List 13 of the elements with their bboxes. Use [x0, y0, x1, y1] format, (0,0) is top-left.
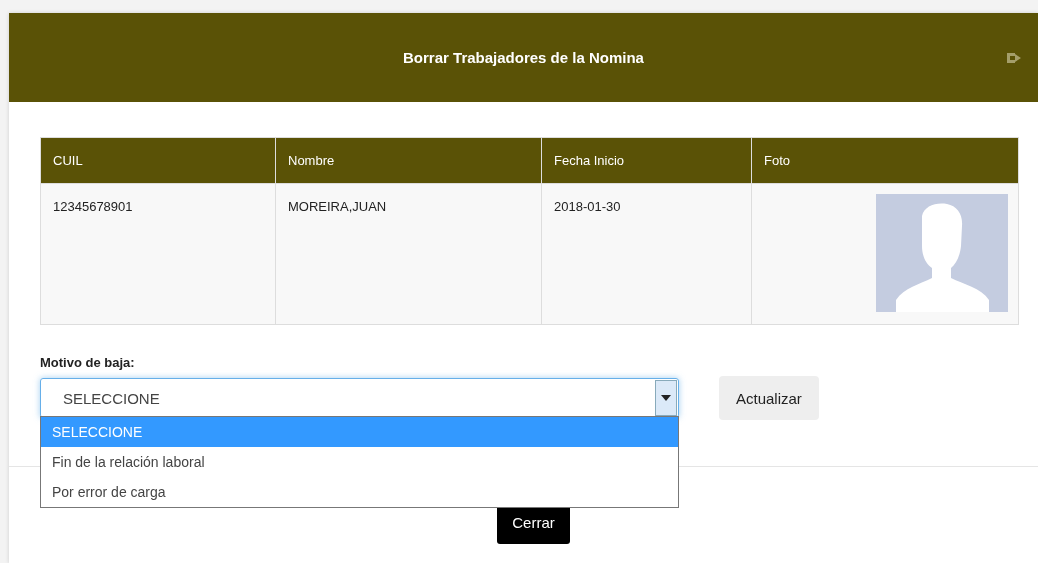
update-button[interactable]: Actualizar [719, 376, 819, 420]
table-cell: 2018-01-30 [541, 183, 752, 325]
table-cell: 12345678901 [40, 183, 276, 325]
avatar-icon [876, 194, 1008, 312]
exit-icon[interactable] [1006, 50, 1022, 66]
table-cell: MOREIRA,JUAN [275, 183, 542, 325]
column-header: Fecha Inicio [541, 137, 752, 184]
dialog-title: Borrar Trabajadores de la Nomina [403, 49, 644, 66]
column-header: CUIL [40, 137, 276, 184]
column-header: Nombre [275, 137, 542, 184]
column-header: Foto [751, 137, 1019, 184]
caret-icon [655, 380, 677, 416]
field-label: Motivo de baja: [40, 355, 136, 370]
